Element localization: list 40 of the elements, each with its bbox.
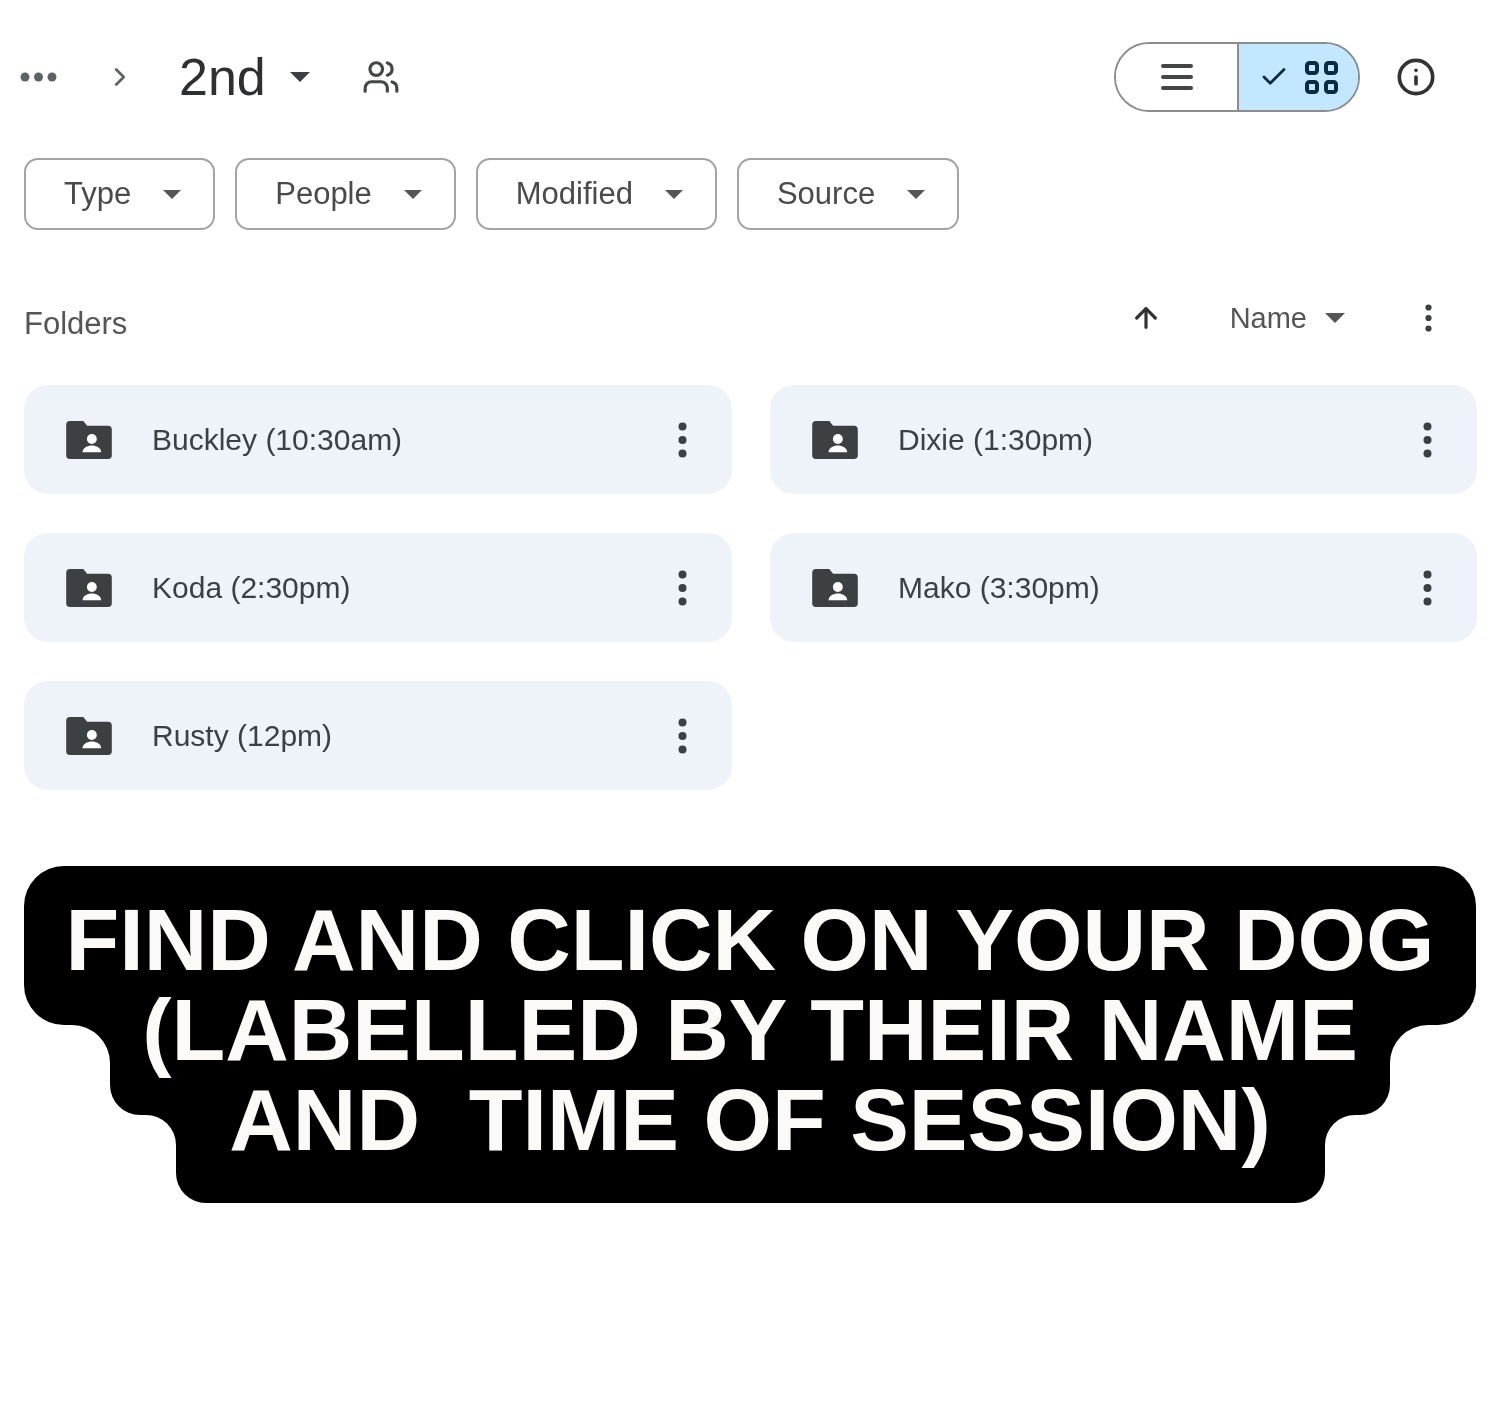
section-title: Folders [24, 306, 128, 342]
folder-name: Dixie (1:30pm) [898, 422, 1094, 457]
shared-folder-icon [66, 568, 112, 607]
shared-folder-icon [66, 716, 112, 755]
caret-icon [907, 189, 926, 199]
folder-title-button[interactable]: 2nd [179, 51, 310, 103]
folder-card[interactable]: Koda (2:30pm) [24, 533, 732, 642]
folder-name: Buckley (10:30am) [152, 422, 403, 457]
folder-name: Rusty (12pm) [152, 718, 333, 753]
folder-card[interactable]: Rusty (12pm) [24, 681, 732, 790]
caret-icon [403, 189, 422, 199]
view-toggle-segment[interactable] [1237, 44, 1358, 110]
sort-field-button[interactable]: Name [1229, 301, 1345, 335]
shared-folder-icon [812, 420, 858, 459]
more-options-icon[interactable] [678, 421, 687, 458]
more-options-icon[interactable] [1423, 569, 1432, 606]
caret-icon [163, 189, 182, 199]
folder-card[interactable]: Mako (3:30pm) [770, 533, 1477, 642]
shared-folder-icon [812, 568, 858, 607]
caret-icon [289, 72, 310, 82]
caret-icon [664, 189, 683, 199]
shared-folder-icon [66, 420, 112, 459]
more-options-icon[interactable] [678, 569, 687, 606]
folder-name: Koda (2:30pm) [152, 570, 351, 605]
folder-name: Mako (3:30pm) [898, 570, 1100, 605]
info-icon[interactable] [1396, 57, 1436, 97]
filter-chip[interactable]: Modified [475, 158, 717, 230]
list-view-icon [1160, 64, 1193, 90]
more-breadcrumbs-icon[interactable] [20, 72, 57, 82]
filter-chip[interactable]: Source [736, 158, 960, 230]
more-options-icon[interactable] [678, 717, 687, 754]
caret-icon [1325, 313, 1345, 323]
folder-card[interactable]: Dixie (1:30pm) [770, 385, 1477, 494]
filter-chip[interactable]: Type [24, 158, 216, 230]
folder-card[interactable]: Buckley (10:30am) [24, 385, 732, 494]
filter-chip[interactable]: People [235, 158, 456, 230]
grid-view-icon [1305, 60, 1338, 94]
more-options-icon[interactable] [1425, 304, 1432, 332]
shared-people-icon[interactable] [361, 58, 400, 96]
more-options-icon[interactable] [1423, 421, 1432, 458]
